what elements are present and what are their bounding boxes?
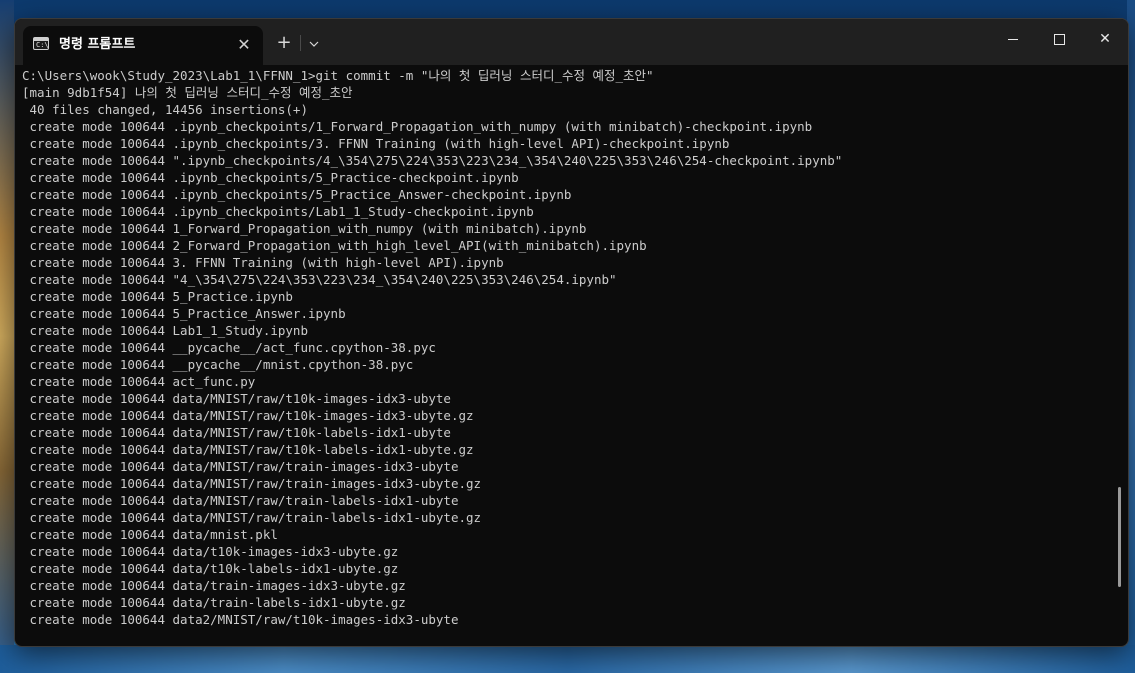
terminal-line: create mode 100644 5_Practice_Answer.ipy… bbox=[22, 306, 346, 321]
terminal-line: 40 files changed, 14456 insertions(+) bbox=[22, 102, 308, 117]
tab-title: 명령 프롬프트 bbox=[59, 37, 136, 52]
tab-command-prompt[interactable]: C:\ 명령 프롬프트 ✕ bbox=[23, 26, 263, 65]
terminal-line: create mode 100644 data/MNIST/raw/train-… bbox=[22, 510, 482, 525]
terminal-line: create mode 100644 data/MNIST/raw/t10k-l… bbox=[22, 425, 451, 440]
terminal-line: create mode 100644 "4_\354\275\224\353\2… bbox=[22, 272, 617, 287]
terminal-line: create mode 100644 data/MNIST/raw/train-… bbox=[22, 493, 459, 508]
cmd-icon: C:\ bbox=[33, 37, 49, 50]
maximize-icon bbox=[1053, 33, 1065, 45]
terminal-line: create mode 100644 5_Practice.ipynb bbox=[22, 289, 293, 304]
terminal-window: C:\ 명령 프롬프트 ✕ + ✕ C:\Users\wook\Study_20… bbox=[14, 18, 1129, 647]
maximize-button[interactable] bbox=[1036, 19, 1082, 59]
tab-divider bbox=[300, 35, 301, 51]
terminal-line: create mode 100644 __pycache__/act_func.… bbox=[22, 340, 436, 355]
terminal-line: create mode 100644 2_Forward_Propagation… bbox=[22, 238, 647, 253]
minimize-button[interactable] bbox=[990, 19, 1036, 59]
title-bar[interactable]: C:\ 명령 프롬프트 ✕ + ✕ bbox=[15, 19, 1128, 65]
desktop-wallpaper-bottom bbox=[0, 645, 1135, 673]
terminal-line: create mode 100644 data/MNIST/raw/t10k-l… bbox=[22, 442, 474, 457]
terminal-line: create mode 100644 data2/MNIST/raw/t10k-… bbox=[22, 612, 459, 627]
terminal-output[interactable]: C:\Users\wook\Study_2023\Lab1_1\FFNN_1>g… bbox=[15, 65, 1115, 646]
chevron-down-icon[interactable] bbox=[304, 32, 324, 54]
terminal-line: create mode 100644 __pycache__/mnist.cpy… bbox=[22, 357, 414, 372]
terminal-line: create mode 100644 act_func.py bbox=[22, 374, 256, 389]
terminal-line: create mode 100644 1_Forward_Propagation… bbox=[22, 221, 587, 236]
close-window-button[interactable]: ✕ bbox=[1082, 19, 1128, 59]
terminal-line: create mode 100644 .ipynb_checkpoints/1_… bbox=[22, 119, 813, 134]
new-tab-button[interactable]: + bbox=[272, 32, 296, 54]
scrollbar-thumb[interactable] bbox=[1118, 487, 1121, 587]
terminal-line: create mode 100644 .ipynb_checkpoints/5_… bbox=[22, 170, 519, 185]
terminal-line: create mode 100644 .ipynb_checkpoints/3.… bbox=[22, 136, 730, 151]
terminal-line: create mode 100644 data/MNIST/raw/t10k-i… bbox=[22, 408, 474, 423]
terminal-line: C:\Users\wook\Study_2023\Lab1_1\FFNN_1>g… bbox=[22, 68, 654, 83]
terminal-line: [main 9db1f54] 나의 첫 딥러닝 스터디_수정 예정_초안 bbox=[22, 85, 353, 100]
terminal-line: create mode 100644 data/mnist.pkl bbox=[22, 527, 278, 542]
terminal-line: create mode 100644 data/MNIST/raw/t10k-i… bbox=[22, 391, 451, 406]
minimize-icon bbox=[1008, 38, 1018, 40]
terminal-line: create mode 100644 data/t10k-labels-idx1… bbox=[22, 561, 399, 576]
terminal-line: create mode 100644 .ipynb_checkpoints/La… bbox=[22, 204, 534, 219]
terminal-line: create mode 100644 data/MNIST/raw/train-… bbox=[22, 459, 459, 474]
terminal-line: create mode 100644 data/MNIST/raw/train-… bbox=[22, 476, 482, 491]
terminal-line: create mode 100644 .ipynb_checkpoints/5_… bbox=[22, 187, 572, 202]
terminal-line: create mode 100644 Lab1_1_Study.ipynb bbox=[22, 323, 308, 338]
terminal-line: create mode 100644 ".ipynb_checkpoints/4… bbox=[22, 153, 843, 168]
terminal-line: create mode 100644 data/train-images-idx… bbox=[22, 578, 406, 593]
terminal-line: create mode 100644 data/train-labels-idx… bbox=[22, 595, 406, 610]
desktop-wallpaper-left bbox=[0, 0, 14, 673]
terminal-line: create mode 100644 data/t10k-images-idx3… bbox=[22, 544, 399, 559]
close-tab-button[interactable]: ✕ bbox=[233, 34, 255, 56]
terminal-line: create mode 100644 3. FFNN Training (wit… bbox=[22, 255, 504, 270]
